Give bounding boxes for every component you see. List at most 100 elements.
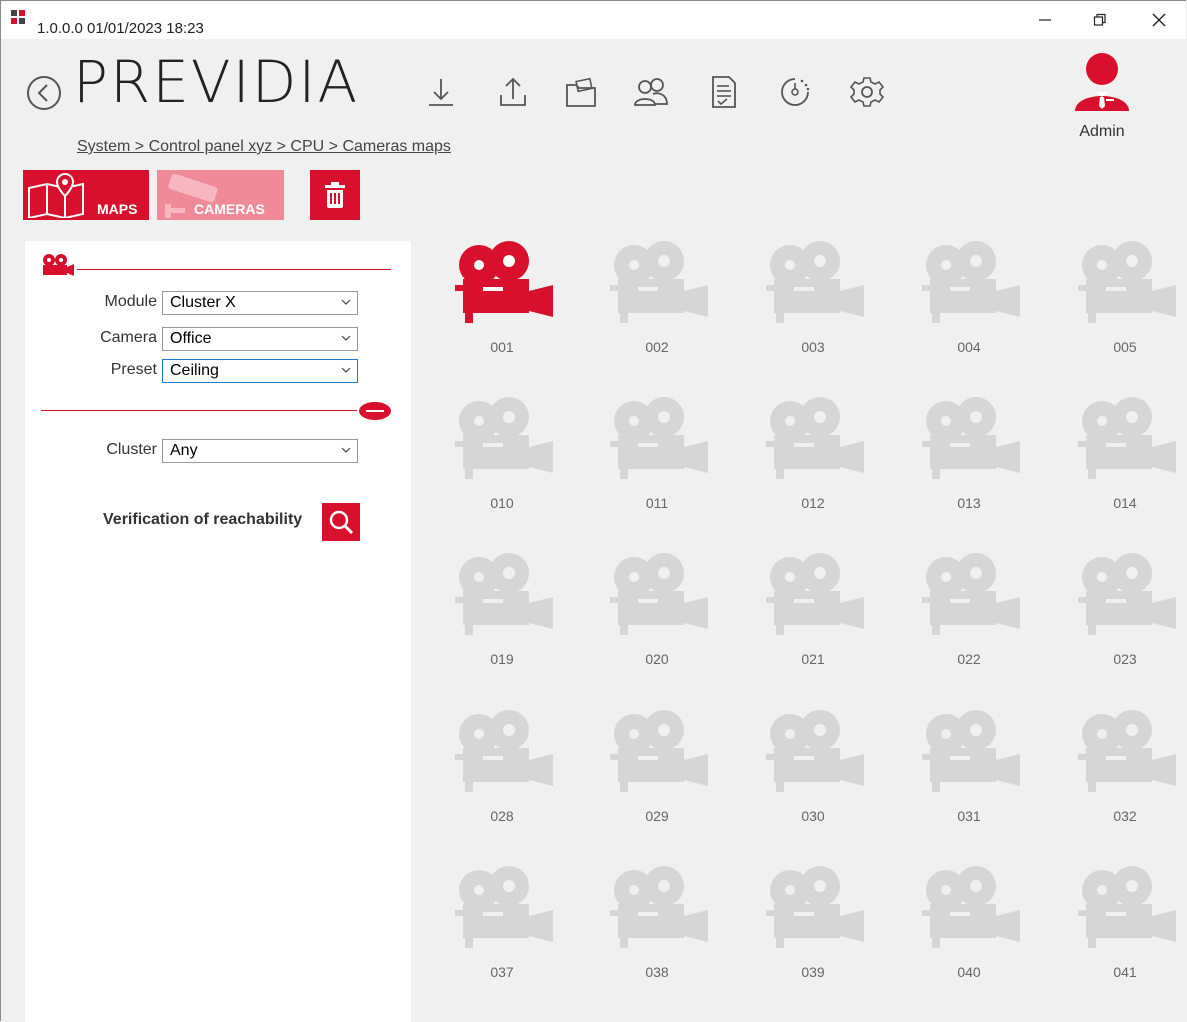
camera-number: 020 [645,651,669,667]
camera-number: 005 [1113,339,1137,355]
camera-icon [766,397,864,479]
camera-tile[interactable]: 038 [602,866,712,996]
camera-icon [610,241,708,323]
camera-tile[interactable]: 037 [447,866,557,996]
delete-button[interactable] [310,170,360,220]
tab-cameras[interactable]: CAMERAS [157,170,284,220]
user-name: Admin [1079,123,1125,140]
upload-icon[interactable] [495,73,531,111]
camera-tile[interactable]: 005 [1070,241,1180,371]
trash-icon [325,182,345,208]
close-icon [1152,13,1166,27]
close-button[interactable] [1141,7,1177,33]
preset-select[interactable]: Ceiling [162,359,358,383]
camera-tile[interactable]: 032 [1070,710,1180,840]
users-icon[interactable] [633,73,669,111]
minimize-button[interactable] [1027,7,1063,33]
camera-number: 012 [801,495,825,511]
folder-icon[interactable] [563,73,599,111]
camera-tile[interactable]: 010 [447,397,557,527]
filter-panel: Module Cluster X Camera Office Preset Ce… [25,241,411,1022]
camera-icon [455,397,553,479]
camera-tile[interactable]: 014 [1070,397,1180,527]
camera-number: 010 [490,495,514,511]
camera-icon [922,710,1020,792]
camera-number: 029 [645,808,669,824]
detector-section-icon [359,402,391,420]
window-title: 1.0.0.0 01/01/2023 18:23 [37,20,204,37]
module-label: Module [104,293,157,310]
camera-icon [455,553,553,635]
camera-number: 039 [801,964,825,980]
camera-tile[interactable]: 011 [602,397,712,527]
chevron-down-icon [341,447,351,453]
preset-value: Ceiling [170,362,219,379]
map-icon [28,172,84,218]
camera-tile[interactable]: 023 [1070,553,1180,683]
breadcrumb[interactable]: System > Control panel xyz > CPU > Camer… [77,138,451,156]
camera-tile[interactable]: 040 [914,866,1024,996]
camera-tile[interactable]: 019 [447,553,557,683]
report-icon[interactable] [705,73,741,111]
camera-number: 038 [645,964,669,980]
camera-number: 031 [957,808,981,824]
tab-maps[interactable]: MAPS [23,170,149,220]
timer-icon[interactable] [777,73,813,111]
camera-tile[interactable]: 013 [914,397,1024,527]
user-avatar[interactable] [1069,49,1135,120]
chevron-down-icon [341,335,351,341]
back-button[interactable] [24,73,64,113]
camera-tile[interactable]: 030 [758,710,868,840]
search-icon [329,510,354,535]
camera-select[interactable]: Office [162,327,358,351]
camera-number: 021 [801,651,825,667]
camera-number: 032 [1113,808,1137,824]
camera-icon [610,397,708,479]
camera-number: 019 [490,651,514,667]
camera-number: 037 [490,964,514,980]
camera-tile[interactable]: 021 [758,553,868,683]
camera-tile[interactable]: 041 [1070,866,1180,996]
camera-number: 002 [645,339,669,355]
restore-button[interactable] [1082,7,1118,33]
camera-icon [766,866,864,948]
download-icon[interactable] [423,73,459,111]
camera-icon [922,866,1020,948]
user-icon [1075,53,1129,111]
camera-icon [455,241,553,323]
camera-tile[interactable]: 039 [758,866,868,996]
camera-icon [610,866,708,948]
chevron-down-icon [341,299,351,305]
cluster-select[interactable]: Any [162,439,358,463]
settings-icon[interactable] [849,73,885,111]
camera-tile[interactable]: 028 [447,710,557,840]
camera-number: 001 [490,339,514,355]
verify-label: Verification of reachability [103,511,303,528]
module-value: Cluster X [170,294,236,311]
camera-tile[interactable]: 004 [914,241,1024,371]
camera-tile[interactable]: 012 [758,397,868,527]
module-select[interactable]: Cluster X [162,291,358,315]
camera-tile[interactable]: 022 [914,553,1024,683]
camera-icon [922,397,1020,479]
cluster-section-divider [41,410,357,411]
preset-label: Preset [110,361,157,378]
camera-icon [610,710,708,792]
app-logo: PREVIDIA [73,48,360,116]
camera-icon [1078,241,1176,323]
restore-icon [1093,13,1106,26]
camera-section-icon [43,254,74,276]
camera-number: 013 [957,495,981,511]
camera-number: 004 [957,339,981,355]
camera-section-divider [77,269,391,270]
camera-tile[interactable]: 029 [602,710,712,840]
camera-value: Office [170,330,212,347]
tab-maps-label: MAPS [97,201,138,217]
verify-reachability-button[interactable] [322,503,360,541]
camera-tile[interactable]: 002 [602,241,712,371]
camera-number: 011 [645,495,669,511]
camera-tile[interactable]: 003 [758,241,868,371]
camera-tile[interactable]: 031 [914,710,1024,840]
camera-tile[interactable]: 020 [602,553,712,683]
camera-tile[interactable]: 001 [447,241,557,371]
